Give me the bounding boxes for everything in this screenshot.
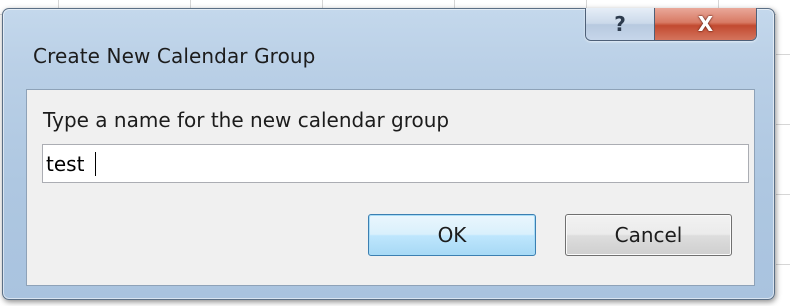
ok-button[interactable]: OK bbox=[368, 214, 536, 256]
dialog-title: Create New Calendar Group bbox=[33, 44, 316, 68]
group-name-input[interactable] bbox=[42, 144, 749, 183]
grid-line bbox=[776, 194, 790, 195]
text-caret bbox=[95, 152, 96, 176]
create-calendar-group-dialog: Create New Calendar Group ? X Type a nam… bbox=[2, 8, 775, 300]
cancel-button[interactable]: Cancel bbox=[565, 214, 732, 256]
grid-line bbox=[776, 264, 790, 265]
close-icon: X bbox=[697, 12, 714, 36]
grid-line bbox=[776, 124, 790, 125]
dialog-body: Type a name for the new calendar group O… bbox=[26, 89, 755, 286]
name-prompt-label: Type a name for the new calendar group bbox=[43, 108, 450, 132]
help-button[interactable]: ? bbox=[586, 8, 655, 40]
close-button[interactable]: X bbox=[655, 8, 756, 40]
title-bar-buttons: ? X bbox=[585, 8, 757, 41]
help-icon: ? bbox=[614, 12, 626, 36]
background-grid-right bbox=[776, 14, 790, 306]
grid-line bbox=[776, 54, 790, 55]
